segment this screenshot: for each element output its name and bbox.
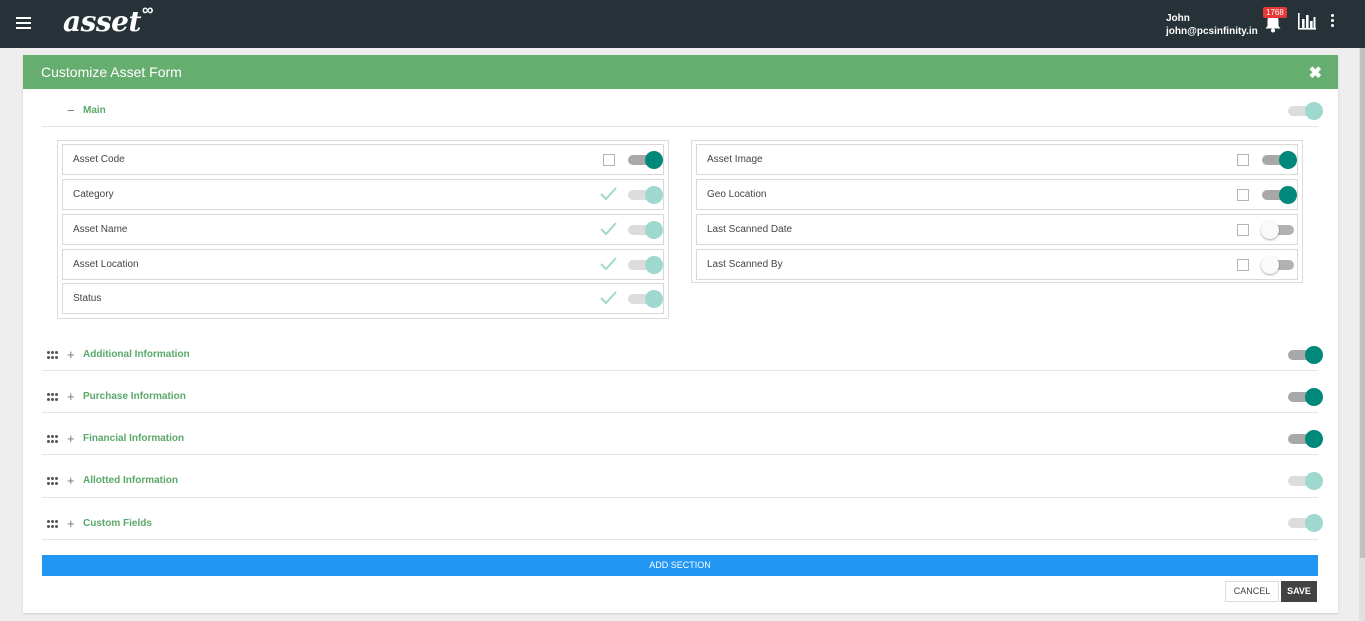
drag-handle-icon[interactable] bbox=[47, 435, 59, 447]
expand-icon[interactable]: + bbox=[67, 431, 75, 446]
field-row: Asset Name bbox=[62, 214, 664, 245]
section-title[interactable]: Allotted Information bbox=[83, 475, 178, 486]
section-toggle[interactable] bbox=[1287, 513, 1323, 533]
required-checkbox[interactable] bbox=[603, 154, 615, 166]
main-left-fields: Asset Code Category Asset Name Asset Loc… bbox=[57, 140, 669, 319]
app-logo[interactable]: asset bbox=[63, 5, 141, 38]
user-email: john@pcsinfinity.in bbox=[1166, 26, 1258, 37]
field-visibility-toggle[interactable] bbox=[627, 255, 663, 275]
main-right-fields: Asset Image Geo Location Last Scanned Da… bbox=[691, 140, 1303, 283]
expand-icon[interactable]: + bbox=[67, 473, 75, 488]
required-checkbox[interactable] bbox=[1237, 189, 1249, 201]
required-checkbox[interactable] bbox=[1237, 224, 1249, 236]
add-section-button[interactable]: ADD SECTION bbox=[42, 555, 1318, 576]
user-info[interactable]: John john@pcsinfinity.in bbox=[1166, 12, 1258, 38]
expand-icon[interactable]: + bbox=[67, 516, 75, 531]
field-row: Category bbox=[62, 179, 664, 210]
infinity-logo-icon: ∞ bbox=[142, 2, 154, 19]
field-visibility-toggle[interactable] bbox=[1261, 150, 1297, 170]
panel-header: Customize Asset Form ✖ bbox=[23, 55, 1338, 89]
field-label: Status bbox=[73, 293, 102, 304]
check-mark-icon bbox=[600, 187, 617, 201]
field-row: Asset Code bbox=[62, 144, 664, 175]
field-label: Asset Name bbox=[73, 224, 128, 235]
section-toggle[interactable] bbox=[1287, 345, 1323, 365]
field-visibility-toggle[interactable] bbox=[1261, 255, 1297, 275]
notification-count-badge: 1768 bbox=[1263, 7, 1287, 18]
divider bbox=[42, 454, 1318, 455]
field-visibility-toggle[interactable] bbox=[627, 185, 663, 205]
check-mark-icon bbox=[600, 257, 617, 271]
section-toggle[interactable] bbox=[1287, 387, 1323, 407]
field-visibility-toggle[interactable] bbox=[627, 220, 663, 240]
save-button[interactable]: SAVE bbox=[1281, 581, 1317, 602]
field-row: Last Scanned By bbox=[696, 249, 1298, 280]
drag-handle-icon[interactable] bbox=[47, 393, 59, 405]
section-title[interactable]: Financial Information bbox=[83, 433, 184, 444]
divider bbox=[42, 126, 1318, 127]
section-toggle[interactable] bbox=[1287, 429, 1323, 449]
expand-icon[interactable]: + bbox=[67, 389, 75, 404]
field-label: Geo Location bbox=[707, 189, 767, 200]
drag-handle-icon[interactable] bbox=[47, 520, 59, 532]
required-checkbox[interactable] bbox=[1237, 154, 1249, 166]
divider bbox=[42, 497, 1318, 498]
field-row: Asset Image bbox=[696, 144, 1298, 175]
drag-handle-icon[interactable] bbox=[47, 351, 59, 363]
section-title[interactable]: Custom Fields bbox=[83, 518, 152, 529]
field-row: Asset Location bbox=[62, 249, 664, 280]
drag-handle-icon[interactable] bbox=[47, 477, 59, 489]
close-icon[interactable]: ✖ bbox=[1309, 63, 1322, 83]
section-title[interactable]: Additional Information bbox=[83, 349, 190, 360]
section-title[interactable]: Purchase Information bbox=[83, 391, 186, 402]
field-visibility-toggle[interactable] bbox=[1261, 185, 1297, 205]
customize-asset-form-panel: Customize Asset Form ✖ − Main Asset Code… bbox=[23, 55, 1338, 613]
bar-chart-icon[interactable] bbox=[1297, 13, 1317, 30]
field-label: Category bbox=[73, 189, 114, 200]
field-row: Geo Location bbox=[696, 179, 1298, 210]
field-label: Asset Image bbox=[707, 154, 763, 165]
cancel-button[interactable]: CANCEL bbox=[1225, 581, 1279, 602]
main-section-toggle[interactable] bbox=[1287, 101, 1323, 121]
field-label: Asset Location bbox=[73, 259, 139, 270]
page-scrollbar-thumb[interactable] bbox=[1360, 48, 1365, 558]
divider bbox=[42, 539, 1318, 540]
field-label: Asset Code bbox=[73, 154, 125, 165]
panel-title: Customize Asset Form bbox=[41, 64, 182, 80]
check-mark-icon bbox=[600, 222, 617, 236]
hamburger-menu-icon[interactable] bbox=[16, 17, 31, 30]
expand-icon[interactable]: + bbox=[67, 347, 75, 362]
field-visibility-toggle[interactable] bbox=[1261, 220, 1297, 240]
divider bbox=[42, 412, 1318, 413]
check-mark-icon bbox=[600, 291, 617, 305]
field-visibility-toggle[interactable] bbox=[627, 150, 663, 170]
field-row: Last Scanned Date bbox=[696, 214, 1298, 245]
user-name: John bbox=[1166, 13, 1190, 24]
required-checkbox[interactable] bbox=[1237, 259, 1249, 271]
section-title-main[interactable]: Main bbox=[83, 105, 106, 116]
field-visibility-toggle[interactable] bbox=[627, 289, 663, 309]
more-options-icon[interactable] bbox=[1328, 14, 1336, 30]
field-label: Last Scanned By bbox=[707, 259, 783, 270]
top-navbar: asset ∞ John john@pcsinfinity.in 1768 bbox=[0, 0, 1365, 48]
collapse-main-icon[interactable]: − bbox=[67, 103, 75, 118]
field-row: Status bbox=[62, 283, 664, 314]
section-toggle[interactable] bbox=[1287, 471, 1323, 491]
field-label: Last Scanned Date bbox=[707, 224, 793, 235]
divider bbox=[42, 370, 1318, 371]
